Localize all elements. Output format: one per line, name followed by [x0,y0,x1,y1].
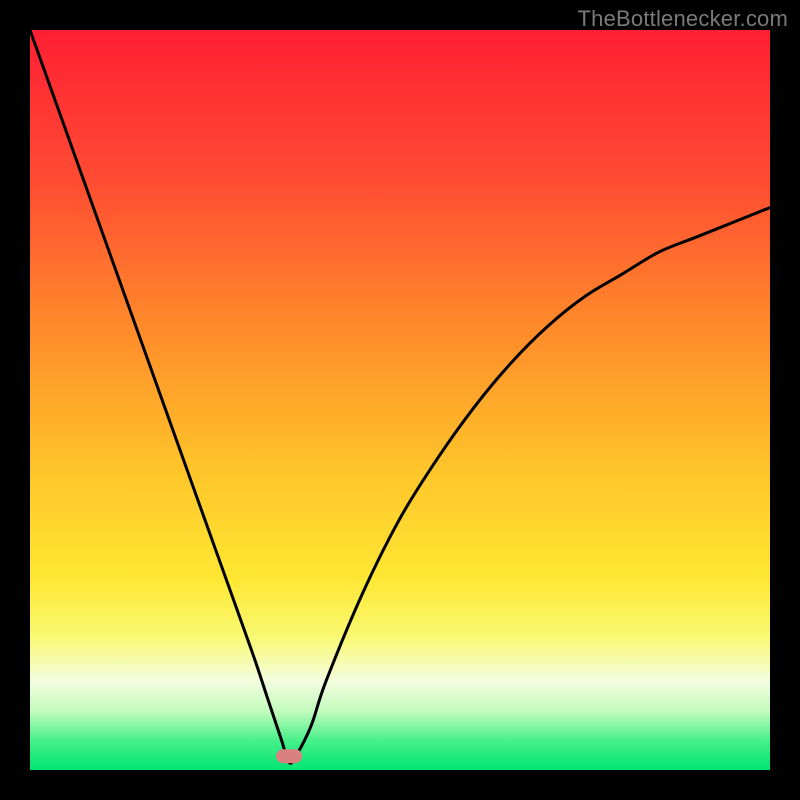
chart-svg [30,30,770,770]
minimum-marker [276,749,302,763]
chart-frame: TheBottlenecker.com [0,0,800,800]
watermark-text: TheBottlenecker.com [578,6,788,32]
plot-area [30,30,770,770]
gradient-background [30,30,770,770]
